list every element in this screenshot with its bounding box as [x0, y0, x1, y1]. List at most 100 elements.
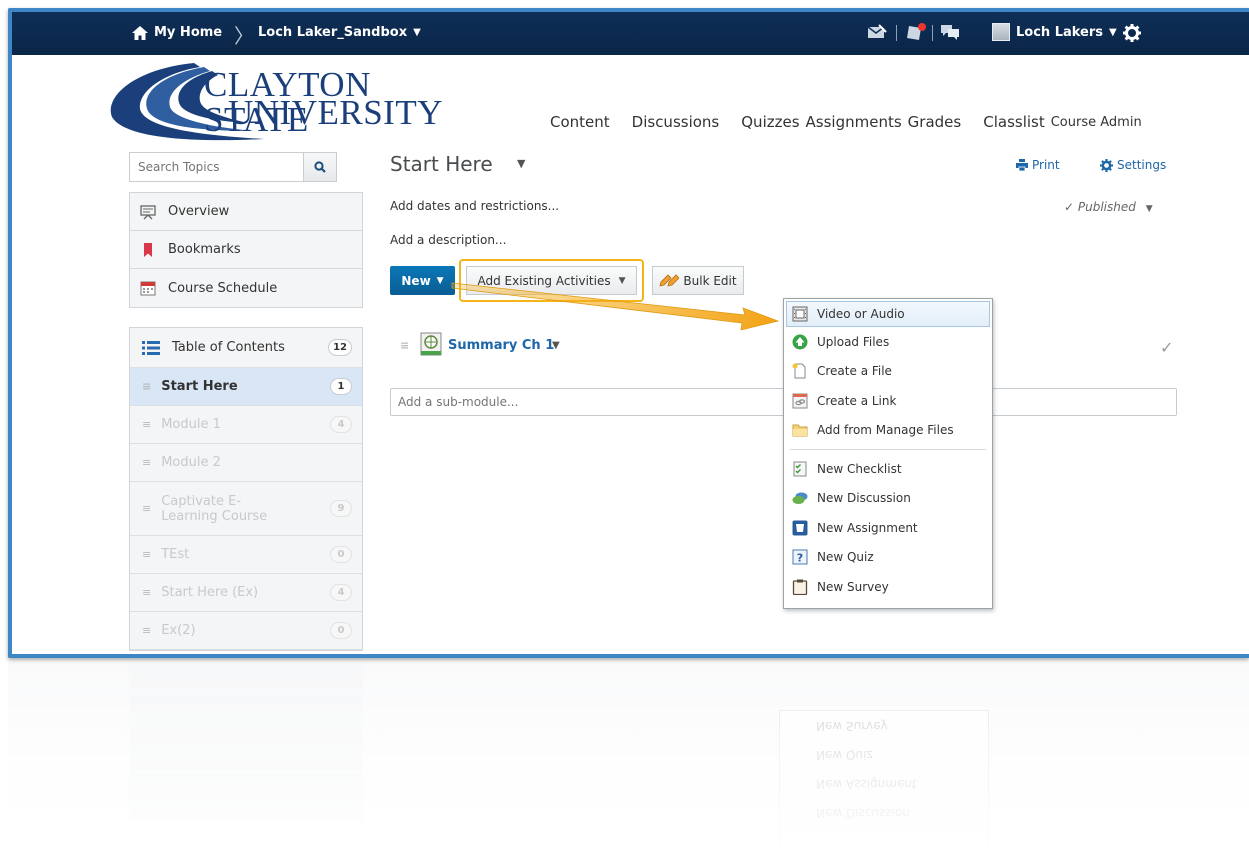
- pencil-icon: [659, 273, 680, 287]
- drag-handle-icon[interactable]: ≡: [142, 502, 151, 515]
- drag-handle-icon[interactable]: ≡: [142, 456, 151, 469]
- count-badge: 12: [328, 339, 352, 356]
- print-button[interactable]: Print: [1016, 158, 1060, 172]
- sidebar-item-bookmarks[interactable]: Bookmarks: [130, 231, 362, 269]
- sidebar-item-label: Overview: [168, 204, 230, 219]
- divider: [896, 25, 897, 41]
- top-navbar: My Home 〉 Loch Laker_Sandbox ▼ Loch Lake: [12, 12, 1249, 55]
- course-selector[interactable]: Loch Laker_Sandbox ▼: [258, 25, 421, 40]
- settings-label: Settings: [1117, 158, 1167, 172]
- drag-handle-icon[interactable]: ≡: [142, 586, 151, 599]
- nav-assignments[interactable]: Assignments: [806, 113, 902, 131]
- module-item-title[interactable]: Summary Ch 1: [448, 338, 554, 353]
- add-dates-link[interactable]: Add dates and restrictions...: [390, 199, 559, 213]
- overview-icon: [140, 204, 156, 219]
- menu-item-video-audio[interactable]: Video or Audio: [786, 301, 990, 327]
- divider: [932, 25, 933, 41]
- new-button-label: New: [401, 273, 431, 288]
- nav-classlist[interactable]: Classlist: [983, 113, 1045, 131]
- sidebar-item-course-schedule[interactable]: Course Schedule: [130, 269, 362, 307]
- toc-module-2[interactable]: ≡ Module 2: [130, 444, 362, 482]
- nav-content[interactable]: Content: [550, 113, 610, 131]
- toc-label: Table of Contents: [172, 340, 285, 355]
- calendar-icon: [140, 281, 156, 296]
- page-title: Start Here: [390, 152, 493, 176]
- my-home-link[interactable]: My Home: [132, 25, 222, 40]
- module-label: Module 2: [161, 455, 221, 470]
- link-icon: [792, 393, 808, 409]
- course-name: Loch Laker_Sandbox: [258, 25, 408, 40]
- drag-handle-icon[interactable]: ≡: [142, 624, 151, 637]
- browser-frame: My Home 〉 Loch Laker_Sandbox ▼ Loch Lake: [8, 8, 1249, 658]
- menu-item-label: Create a File: [817, 364, 892, 379]
- settings-button[interactable]: Settings: [1100, 158, 1166, 172]
- film-icon: [792, 306, 808, 322]
- toc-module-captivate[interactable]: ≡ Captivate E-Learning Course 9: [130, 482, 362, 536]
- sidebar-item-label: Bookmarks: [168, 242, 241, 257]
- toc-header[interactable]: Table of Contents 12: [130, 328, 362, 368]
- module-label: Start Here: [161, 379, 238, 394]
- menu-item-new-survey[interactable]: New Survey: [784, 572, 992, 602]
- course-banner: CLAYTON STATE UNIVERSITY Content Discuss…: [12, 55, 1249, 145]
- menu-item-upload-files[interactable]: Upload Files: [784, 327, 992, 357]
- publish-status-dropdown[interactable]: ✓ Published ▼: [1064, 200, 1153, 214]
- menu-item-add-from-manage-files[interactable]: Add from Manage Files: [784, 416, 992, 446]
- count-badge: 0: [330, 622, 352, 639]
- subscription-alerts-icon[interactable]: [905, 22, 927, 42]
- toc-module-test[interactable]: ≡ TEst 0: [130, 536, 362, 574]
- survey-clipboard-icon: [792, 579, 808, 595]
- toc-module-start-here-ex[interactable]: ≡ Start Here (Ex) 4: [130, 574, 362, 612]
- new-button[interactable]: New ▼: [390, 266, 455, 295]
- gear-icon[interactable]: [1123, 24, 1141, 42]
- add-description-link[interactable]: Add a description...: [390, 233, 506, 247]
- nav-quizzes[interactable]: Quizzes: [741, 113, 799, 131]
- message-alerts-icon[interactable]: [867, 24, 887, 42]
- web-page-icon: [420, 332, 442, 356]
- bookmark-icon: [144, 242, 152, 257]
- menu-item-new-assignment[interactable]: New Assignment: [784, 513, 992, 543]
- reflection-fade: [8, 662, 1249, 861]
- add-existing-label: Add Existing Activities: [477, 273, 611, 288]
- drag-handle-icon[interactable]: ≡: [142, 548, 151, 561]
- count-badge: 4: [330, 584, 352, 601]
- title-menu-chevron-icon[interactable]: ▼: [517, 157, 525, 170]
- logo-text-line2: UNIVERSITY: [228, 93, 443, 132]
- course-navbar: Content Discussions Quizzes Assignments …: [550, 113, 1142, 131]
- menu-item-new-checklist[interactable]: New Checklist: [784, 454, 992, 484]
- quiz-icon: ?: [792, 549, 808, 565]
- add-existing-activities-button[interactable]: Add Existing Activities ▼: [466, 266, 637, 295]
- user-name: Loch Lakers: [1016, 24, 1104, 40]
- print-label: Print: [1032, 158, 1060, 172]
- menu-item-create-link[interactable]: Create a Link: [784, 386, 992, 416]
- module-label: Captivate E-Learning Course: [161, 493, 268, 524]
- drag-handle-icon[interactable]: ≡: [400, 339, 409, 352]
- menu-item-label: Add from Manage Files: [817, 423, 954, 438]
- list-icon: [142, 340, 160, 355]
- drag-handle-icon[interactable]: ≡: [142, 380, 151, 393]
- assignment-icon: [792, 520, 808, 536]
- menu-item-create-file[interactable]: Create a File: [784, 357, 992, 387]
- nav-course-admin[interactable]: Course Admin: [1051, 113, 1142, 131]
- toc-module-start-here[interactable]: ≡ Start Here 1: [130, 368, 362, 406]
- user-menu[interactable]: Loch Lakers ▼: [992, 23, 1117, 41]
- menu-item-new-discussion[interactable]: New Discussion: [784, 484, 992, 514]
- chat-icon[interactable]: [940, 23, 960, 41]
- toc-module-ex2[interactable]: ≡ Ex(2) 0: [130, 612, 362, 650]
- nav-grades[interactable]: Grades: [908, 113, 962, 131]
- checkmark-icon: ✓: [1160, 338, 1174, 357]
- module-item-row[interactable]: ≡ Summary Ch 1 ▼ ✓: [390, 332, 1173, 364]
- toc-module-1[interactable]: ≡ Module 1 4: [130, 406, 362, 444]
- university-logo[interactable]: CLAYTON STATE UNIVERSITY: [104, 57, 456, 143]
- sidebar-item-label: Course Schedule: [168, 280, 278, 296]
- drag-handle-icon[interactable]: ≡: [142, 418, 151, 431]
- menu-item-new-quiz[interactable]: ? New Quiz: [784, 543, 992, 573]
- sidebar-item-overview[interactable]: Overview: [130, 193, 362, 231]
- menu-item-label: Create a Link: [817, 393, 897, 408]
- nav-discussions[interactable]: Discussions: [632, 113, 720, 131]
- bulk-edit-button[interactable]: Bulk Edit: [652, 266, 744, 295]
- chevron-down-icon[interactable]: ▼: [552, 340, 560, 351]
- chevron-down-icon: ▼: [436, 275, 444, 286]
- search-button[interactable]: [304, 152, 337, 182]
- count-badge: 4: [330, 416, 352, 433]
- search-topics-input[interactable]: [129, 152, 304, 182]
